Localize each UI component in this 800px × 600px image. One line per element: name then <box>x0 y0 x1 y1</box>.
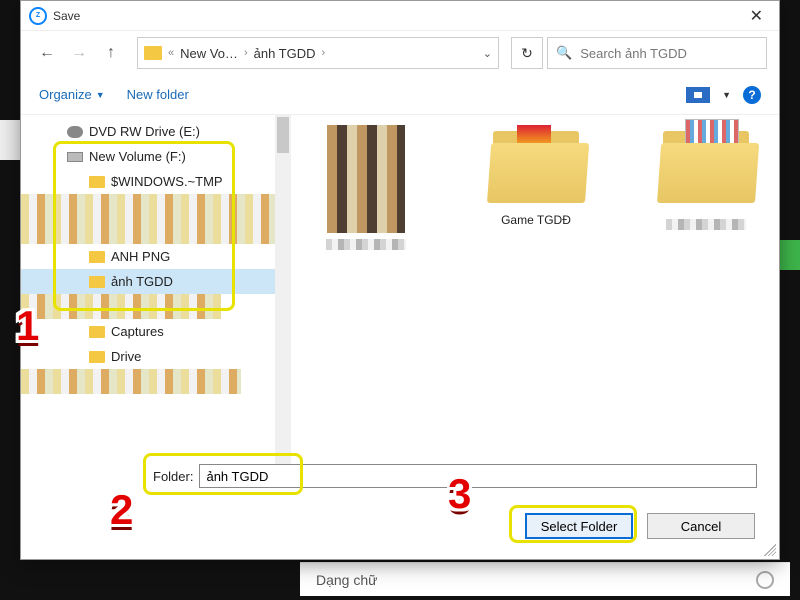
tree-label: $WINDOWS.~TMP <box>111 174 223 189</box>
organize-menu[interactable]: Organize ▼ <box>39 87 105 102</box>
breadcrumb-segment[interactable]: New Vo… <box>180 46 238 61</box>
tree-label: ảnh TGDD <box>111 274 173 289</box>
bg-fragment <box>0 120 20 160</box>
chevron-right-icon: › <box>244 47 248 59</box>
annotation-number-3: 3 <box>448 470 486 518</box>
folder-icon <box>89 326 105 338</box>
grid-item-game[interactable]: Game TGDĐ <box>471 125 601 227</box>
address-dropdown-icon[interactable]: ⌄ <box>483 47 492 60</box>
grid-item[interactable] <box>641 125 771 230</box>
folder-icon <box>144 46 162 60</box>
grid-item[interactable] <box>301 125 431 250</box>
cancel-button[interactable]: Cancel <box>647 513 755 539</box>
zalo-app-icon: Z <box>29 7 47 25</box>
tree-label: Captures <box>111 324 164 339</box>
tree-scrollbar[interactable]: ▲ ▼ <box>275 115 291 477</box>
chevron-right-icon: › <box>322 47 326 59</box>
annotation-number-1: 1 <box>16 302 54 350</box>
resize-grip-icon[interactable] <box>764 544 776 556</box>
tree-label: DVD RW Drive (E:) <box>89 124 200 139</box>
organize-label: Organize <box>39 87 92 102</box>
refresh-button[interactable]: ↻ <box>511 37 543 69</box>
save-dialog: Z Save ✕ ← → ↑ « New Vo… › ảnh TGDD › ⌄ … <box>20 0 780 560</box>
scroll-thumb[interactable] <box>277 117 289 153</box>
close-button[interactable]: ✕ <box>742 6 771 26</box>
radio-outline-icon <box>756 571 774 589</box>
breadcrumb-prefix: « <box>168 47 174 59</box>
underlying-label: Dạng chữ <box>316 572 378 588</box>
tree-label: ANH PNG <box>111 249 170 264</box>
tree-item-anhpng[interactable]: ANH PNG <box>21 244 291 269</box>
view-mode-button[interactable] <box>686 87 710 103</box>
search-icon: 🔍 <box>556 45 572 61</box>
folder-icon <box>89 351 105 363</box>
folder-icon <box>487 125 585 203</box>
tree-item-captures[interactable]: Captures <box>21 319 291 344</box>
folder-field-label: Folder: <box>153 469 193 484</box>
nav-forward-button[interactable]: → <box>65 39 93 67</box>
search-placeholder: Search ảnh TGDD <box>580 46 687 61</box>
nav-back-button[interactable]: ← <box>33 39 61 67</box>
titlebar: Z Save ✕ <box>21 1 779 31</box>
dialog-body: DVD RW Drive (E:) New Volume (F:) $WINDO… <box>21 115 779 477</box>
file-thumbnail <box>327 125 405 233</box>
tree-item-dvd[interactable]: DVD RW Drive (E:) <box>21 119 291 144</box>
hdd-icon <box>67 152 83 162</box>
button-row: Select Folder Cancel <box>525 513 755 539</box>
folder-icon <box>657 125 755 203</box>
tree-label: New Volume (F:) <box>89 149 186 164</box>
file-name-obscured <box>326 239 406 250</box>
folder-icon <box>89 176 105 188</box>
folder-icon <box>89 276 105 288</box>
tree-item-obscured[interactable] <box>21 219 291 244</box>
grid-item-label: Game TGDĐ <box>501 213 571 227</box>
chevron-down-icon[interactable]: ▼ <box>722 90 731 100</box>
disc-drive-icon <box>67 126 83 138</box>
window-title: Save <box>53 9 80 23</box>
address-bar[interactable]: « New Vo… › ảnh TGDD › ⌄ <box>137 37 499 69</box>
search-input[interactable]: 🔍 Search ảnh TGDD <box>547 37 767 69</box>
tree-item-obscured[interactable] <box>21 194 291 219</box>
tree-item-drive[interactable]: Drive <box>21 344 291 369</box>
chevron-down-icon: ▼ <box>96 90 105 100</box>
tree-item-anhtgdd[interactable]: ảnh TGDD <box>21 269 291 294</box>
folder-icon <box>89 251 105 263</box>
nav-bar: ← → ↑ « New Vo… › ảnh TGDD › ⌄ ↻ 🔍 Searc… <box>21 31 779 75</box>
select-folder-button[interactable]: Select Folder <box>525 513 633 539</box>
folder-tree: DVD RW Drive (E:) New Volume (F:) $WINDO… <box>21 115 291 477</box>
bg-fragment <box>780 240 800 270</box>
toolbar: Organize ▼ New folder ▼ ? <box>21 75 779 115</box>
folder-content[interactable]: Game TGDĐ <box>291 115 779 477</box>
nav-up-button[interactable]: ↑ <box>97 39 125 67</box>
help-button[interactable]: ? <box>743 86 761 104</box>
new-folder-button[interactable]: New folder <box>127 87 189 102</box>
tree-label: Drive <box>111 349 141 364</box>
breadcrumb-segment[interactable]: ảnh TGDD <box>254 46 316 61</box>
tree-item-volume-f[interactable]: New Volume (F:) <box>21 144 291 169</box>
tree-item-windowstmp[interactable]: $WINDOWS.~TMP <box>21 169 291 194</box>
file-name-obscured <box>666 219 746 230</box>
underlying-app-row: Dạng chữ <box>300 562 790 596</box>
tree-item-obscured[interactable] <box>21 369 241 394</box>
annotation-number-2: 2 <box>110 486 148 534</box>
